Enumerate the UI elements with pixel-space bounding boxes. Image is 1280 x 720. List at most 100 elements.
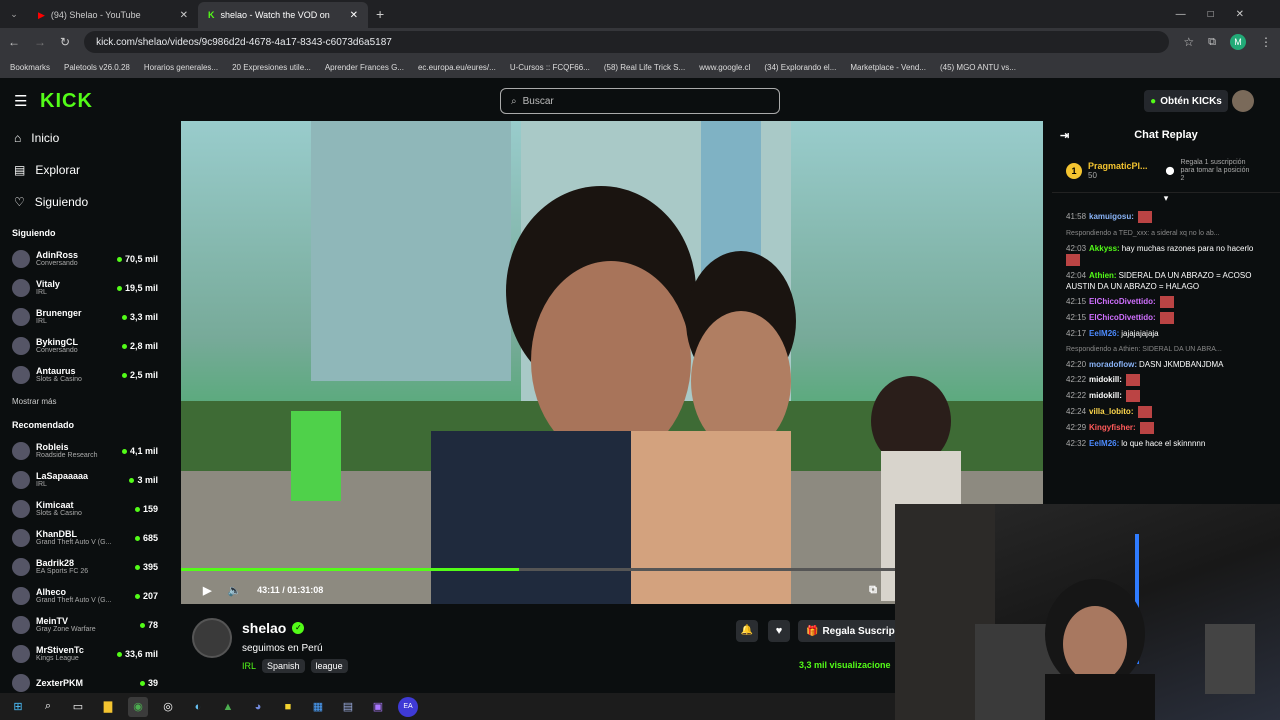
viewer-count-value: 33,6 mil <box>124 648 158 659</box>
channel-item[interactable]: Kimicaat Slots & Casino 159 <box>0 494 170 523</box>
show-more-link[interactable]: Mostrar más <box>0 389 170 410</box>
tab-youtube[interactable]: ▶ (94) Shelao - YouTube ✕ <box>28 2 198 28</box>
bookmark-item[interactable]: Marketplace - Vend... <box>850 63 926 72</box>
search-input[interactable]: ⌕ Buscar <box>500 88 780 114</box>
star-icon[interactable]: ☆ <box>1183 35 1194 49</box>
task-view-icon[interactable]: ▭ <box>68 697 88 717</box>
close-icon[interactable]: ✕ <box>350 10 358 21</box>
message-user[interactable]: ElChicoDivettido: <box>1089 297 1156 306</box>
message-user[interactable]: midokill: <box>1089 391 1122 400</box>
gift-leaderboard: 1 PragmaticPl... 50 ⬤ Regala 1 suscripci… <box>1052 149 1280 193</box>
bookmark-item[interactable]: U-Cursos :: FCQF66... <box>510 63 590 72</box>
bookmark-item[interactable]: Horarios generales... <box>144 63 218 72</box>
back-icon[interactable]: ← <box>8 35 20 49</box>
message-user[interactable]: EelM26: <box>1089 439 1119 448</box>
channel-avatar <box>12 441 30 460</box>
game-icon[interactable]: ▣ <box>368 697 388 717</box>
message-user[interactable]: ElChicoDivettido: <box>1089 313 1156 322</box>
bookmark-item[interactable]: (45) MGO ANTU vs... <box>940 63 1016 72</box>
bookmark-item[interactable]: Paletools v26.0.28 <box>64 63 130 72</box>
ea-icon[interactable]: EA <box>398 696 418 717</box>
nav-home[interactable]: ⌂ Inicio <box>0 122 170 154</box>
url-field[interactable]: kick.com/shelao/videos/9c986d2d-4678-4a1… <box>84 31 1170 53</box>
tag-spanish[interactable]: Spanish <box>262 659 305 673</box>
channel-item[interactable]: Badrik28 EA Sports FC 26 395 <box>0 552 170 581</box>
app-icon[interactable]: ▲ <box>218 697 238 717</box>
hamburger-menu-icon[interactable]: ☰ <box>14 92 27 110</box>
volume-icon[interactable]: 🔈 <box>227 584 241 597</box>
channel-item[interactable]: KhanDBL Grand Theft Auto V (G... 685 <box>0 523 170 552</box>
nav-explore[interactable]: ▤ Explorar <box>0 154 170 186</box>
new-tab-button[interactable]: + <box>376 6 384 22</box>
channel-item[interactable]: Brunenger IRL 3,3 mil <box>0 302 170 331</box>
message-user[interactable]: midokill: <box>1089 375 1122 384</box>
close-icon[interactable]: ✕ <box>180 10 188 21</box>
kick-logo[interactable]: KICK <box>40 90 93 113</box>
follow-button[interactable]: ♥ <box>768 620 790 642</box>
channel-item[interactable]: Alheco Grand Theft Auto V (G... 207 <box>0 581 170 610</box>
message-user[interactable]: villa_lobito: <box>1089 407 1133 416</box>
message-user[interactable]: EelM26: <box>1089 329 1119 338</box>
channel-item[interactable]: LaSapaaaaa IRL 3 mil <box>0 465 170 494</box>
channel-item[interactable]: MeinTV Gray Zone Warfare 78 <box>0 610 170 639</box>
nav-following[interactable]: ♡ Siguiendo <box>0 186 170 218</box>
viewer-count-value: 395 <box>142 561 158 572</box>
obs-icon[interactable]: ◎ <box>158 697 178 717</box>
progress-bar[interactable] <box>181 568 895 571</box>
channel-item[interactable]: BykingCL Conversando 2,8 mil <box>0 331 170 360</box>
tab-search-icon[interactable]: ⌄ <box>0 9 28 20</box>
calculator-icon[interactable]: ▤ <box>338 697 358 717</box>
bookmark-item[interactable]: (34) Explorando el... <box>764 63 836 72</box>
bookmark-item[interactable]: www.google.cl <box>699 63 750 72</box>
window-controls[interactable]: —□✕ <box>1176 9 1280 20</box>
get-kicks-button[interactable]: ● Obtén KICKs <box>1144 90 1228 112</box>
bookmark-item[interactable]: Aprender Frances G... <box>325 63 404 72</box>
message-user[interactable]: moradoflow: <box>1089 360 1137 369</box>
leader-name[interactable]: PragmaticPl... <box>1088 161 1148 171</box>
pip-icon[interactable]: ⧉ <box>869 584 877 597</box>
discord-icon[interactable]: ◕ <box>248 697 268 717</box>
channel-avatar[interactable] <box>192 618 232 658</box>
channel-item[interactable]: Antaurus Slots & Casino 2,5 mil <box>0 360 170 389</box>
message-user[interactable]: kamuigosu: <box>1089 212 1134 221</box>
bookmark-item[interactable]: (58) Real Life Trick S... <box>604 63 685 72</box>
emote-icon <box>1066 254 1080 266</box>
viewer-count-value: 3 mil <box>137 474 158 485</box>
menu-icon[interactable]: ⋮ <box>1260 35 1272 49</box>
message-user[interactable]: Kingyfisher: <box>1089 423 1136 432</box>
steam-icon[interactable]: ◐ <box>188 697 208 717</box>
message-user[interactable]: Akkyss: <box>1089 244 1120 253</box>
notification-button[interactable]: 🔔 <box>736 620 758 642</box>
channel-item[interactable]: MrStivenTc Kings League 33,6 mil <box>0 639 170 668</box>
channel-item[interactable]: AdinRoss Conversando 70,5 mil <box>0 244 170 273</box>
viewer-count-value: 70,5 mil <box>124 253 158 264</box>
forward-icon[interactable]: → <box>34 35 46 49</box>
viewer-count-value: 2,5 mil <box>129 369 158 380</box>
tag-league[interactable]: league <box>310 659 348 673</box>
message-user[interactable]: Athien: <box>1089 271 1117 280</box>
play-icon[interactable]: ▶ <box>203 584 211 597</box>
channel-avatar <box>12 278 30 297</box>
gift-sub-button[interactable]: 🎁 Regala Suscrip <box>798 620 895 642</box>
bookmark-item[interactable]: Bookmarks <box>10 63 50 72</box>
channel-name[interactable]: shelao <box>242 620 286 636</box>
search-icon[interactable]: ⌕ <box>38 697 58 717</box>
bookmark-item[interactable]: 20 Expresiones utile... <box>232 63 311 72</box>
nav-label: Inicio <box>31 131 60 145</box>
reload-icon[interactable]: ↻ <box>60 35 70 49</box>
expand-arrow-icon[interactable]: ▾ <box>1052 193 1280 203</box>
file-explorer-icon[interactable]: ▇ <box>98 697 118 717</box>
windows-start-icon[interactable]: ⊞ <box>8 697 28 717</box>
channel-item[interactable]: Robleis Roadside Research 4,1 mil <box>0 436 170 465</box>
profile-icon[interactable]: M <box>1230 34 1246 50</box>
category-link[interactable]: IRL <box>242 661 256 671</box>
tab-kick[interactable]: K shelao - Watch the VOD on ✕ <box>198 2 368 28</box>
chrome-icon[interactable]: ◉ <box>128 696 148 717</box>
extensions-icon[interactable]: ⧉ <box>1208 36 1216 49</box>
channel-item[interactable]: Vitaly IRL 19,5 mil <box>0 273 170 302</box>
sticky-notes-icon[interactable]: ■ <box>278 697 298 717</box>
user-avatar[interactable] <box>1232 90 1254 112</box>
bookmark-item[interactable]: ec.europa.eu/eures/... <box>418 63 496 72</box>
calendar-icon[interactable]: ▦ <box>308 697 328 717</box>
collapse-chat-icon[interactable]: ⇥ <box>1060 129 1069 142</box>
